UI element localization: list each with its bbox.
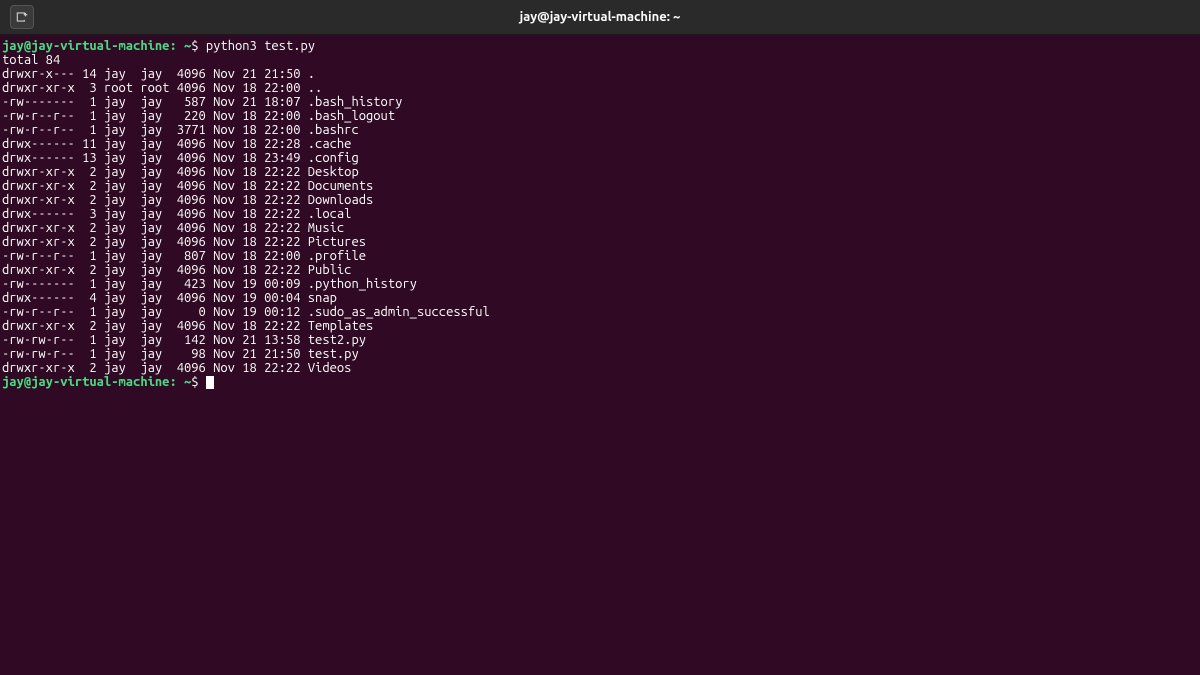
prompt-path: ~ (177, 375, 192, 389)
terminal-tab-icon (15, 10, 29, 24)
prompt-dollar: $ (191, 375, 206, 389)
output-listing: drwxr-x--- 14 jay jay 4096 Nov 21 21:50 … (2, 67, 1200, 375)
window-titlebar: jay@jay-virtual-machine: ~ (0, 0, 1200, 35)
prompt-sep: : (169, 375, 176, 389)
prompt-path: ~ (177, 39, 192, 53)
prompt-line-1: jay@jay-virtual-machine: ~$ python3 test… (2, 39, 315, 53)
output-total: total 84 (2, 53, 60, 67)
new-tab-button[interactable] (10, 5, 34, 29)
prompt-userhost: jay@jay-virtual-machine (2, 375, 169, 389)
cursor (206, 376, 214, 389)
prompt-userhost: jay@jay-virtual-machine (2, 39, 169, 53)
command-text: python3 test.py (206, 39, 315, 53)
prompt-dollar: $ (191, 39, 206, 53)
prompt-sep: : (169, 39, 176, 53)
prompt-line-2: jay@jay-virtual-machine: ~$ (2, 375, 214, 389)
window-title: jay@jay-virtual-machine: ~ (520, 10, 681, 24)
terminal-content[interactable]: jay@jay-virtual-machine: ~$ python3 test… (0, 35, 1200, 389)
